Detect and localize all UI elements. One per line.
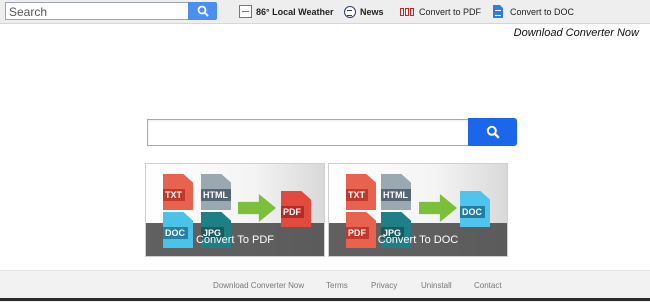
pdf-icon: [400, 7, 414, 16]
output-type-tag: PDF: [281, 206, 304, 218]
html-file-icon: HTML: [201, 174, 231, 210]
footer-link-download[interactable]: Download Converter Now: [213, 281, 304, 290]
txt-file-icon: TXT: [346, 174, 376, 210]
arrow-right-icon: [238, 194, 276, 222]
weather-link[interactable]: 86° Local Weather: [239, 0, 333, 23]
convert-to-pdf-card[interactable]: TXT HTML DOC JPG PDF Convert To PDF: [145, 163, 325, 257]
weather-icon: [239, 5, 252, 18]
toolbar-search-input[interactable]: [6, 4, 188, 20]
convert-to-pdf-card-label: Convert To PDF: [195, 234, 275, 246]
file-type-tag: TXT: [163, 189, 185, 201]
main-search-button[interactable]: [468, 118, 517, 146]
pdf-file-icon: PDF: [281, 191, 311, 227]
main-search-box[interactable]: [147, 119, 469, 146]
file-type-tag: TXT: [346, 189, 368, 201]
search-icon: [197, 5, 209, 17]
doc-icon: [493, 5, 503, 18]
html-file-icon: HTML: [381, 174, 411, 210]
main-search-input[interactable]: [148, 120, 468, 145]
news-link[interactable]: News: [344, 0, 384, 23]
file-type-tag: HTML: [381, 189, 411, 201]
arrow-right-icon: [419, 194, 457, 222]
weather-label: 86° Local Weather: [256, 6, 334, 17]
search-icon: [486, 125, 500, 139]
download-converter-link[interactable]: Download Converter Now: [514, 27, 639, 39]
toolbar-search-box[interactable]: [5, 2, 189, 20]
footer-link-contact[interactable]: Contact: [474, 281, 502, 290]
footer-link-privacy[interactable]: Privacy: [371, 281, 397, 290]
convert-to-pdf-label: Convert to PDF: [419, 6, 482, 17]
convert-to-doc-label: Convert to DOC: [510, 6, 575, 17]
footer-link-terms[interactable]: Terms: [326, 281, 348, 290]
toolbar: 86° Local Weather News Convert to PDF Co…: [0, 0, 650, 24]
convert-to-doc-card-label: Convert To DOC: [377, 234, 459, 246]
file-type-tag: HTML: [201, 189, 231, 201]
txt-file-icon: TXT: [163, 174, 193, 210]
news-label: News: [360, 6, 384, 17]
news-icon: [344, 5, 356, 18]
convert-to-doc-link[interactable]: Convert to DOC: [493, 0, 574, 23]
toolbar-search-button[interactable]: [188, 2, 217, 20]
footer-link-uninstall[interactable]: Uninstall: [421, 281, 452, 290]
convert-to-pdf-link[interactable]: Convert to PDF: [400, 0, 481, 23]
output-type-tag: DOC: [460, 206, 485, 218]
convert-to-doc-card[interactable]: TXT HTML PDF JPG DOC Convert To DOC: [328, 163, 508, 257]
doc-file-icon: DOC: [460, 191, 490, 227]
